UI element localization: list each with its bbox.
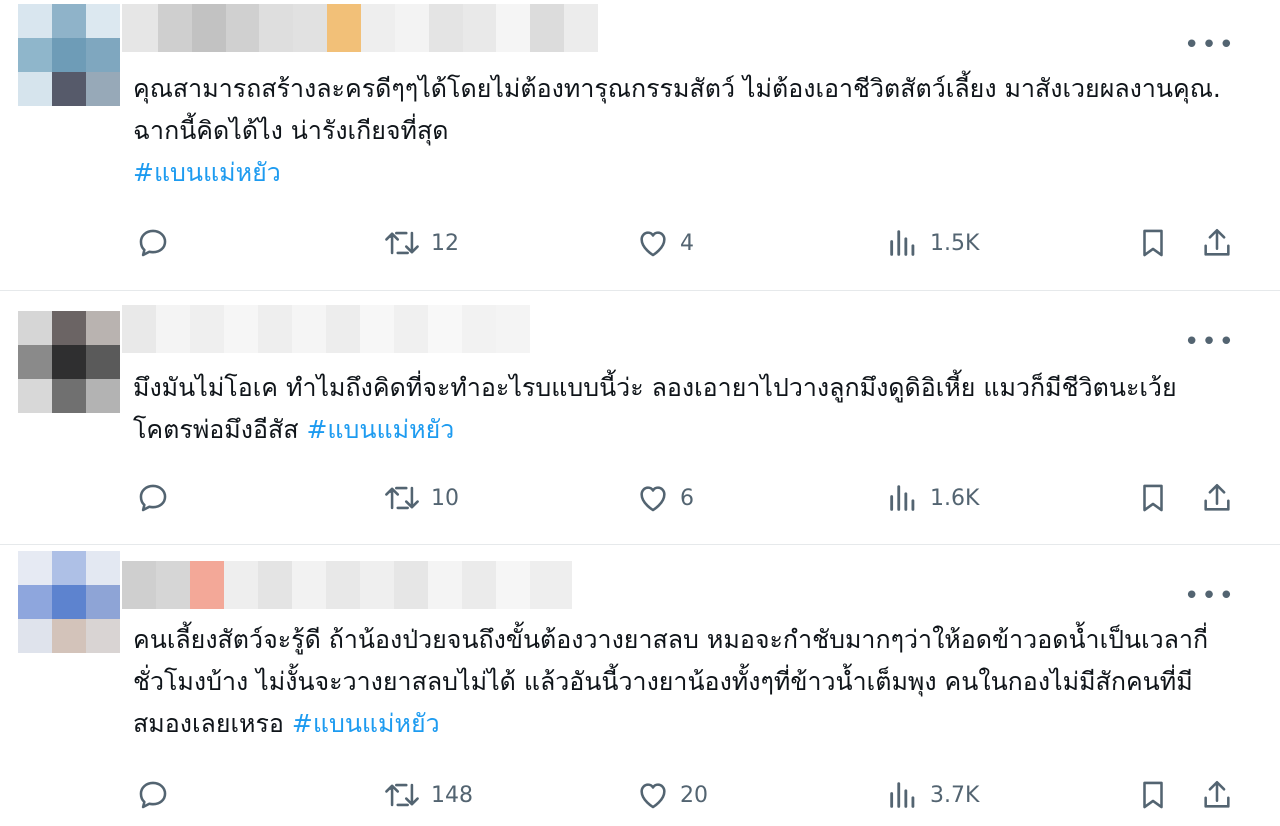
username[interactable] (122, 561, 572, 609)
hashtag-link[interactable]: #แบนแม่หยัว (292, 709, 440, 738)
bookmark-icon (1143, 484, 1163, 512)
more-options-icon[interactable]: ••• (1184, 583, 1236, 609)
retweet-icon (385, 231, 419, 255)
reply-icon (139, 229, 167, 257)
hashtag-link[interactable]: #แบนแม่หยัว (133, 158, 281, 187)
retweet-button[interactable]: 148 (383, 775, 473, 815)
views-button[interactable]: 1.5K (886, 223, 979, 263)
hashtag-link[interactable]: #แบนแม่หยัว (306, 415, 454, 444)
views-icon (890, 230, 915, 256)
tweet-text: มึงมันไม่โอเค ทำไมถึงคิดที่จะทำอะไรบแบบน… (133, 373, 1177, 444)
like-count: 20 (680, 782, 708, 808)
reply-icon (139, 781, 167, 809)
retweet-count: 12 (431, 230, 459, 256)
views-count: 3.7K (930, 782, 980, 808)
retweet-button[interactable]: 12 (383, 223, 459, 263)
bookmark-button[interactable] (1136, 478, 1170, 518)
reply-button[interactable] (136, 775, 170, 815)
avatar[interactable] (18, 551, 120, 653)
share-button[interactable] (1200, 478, 1234, 518)
like-button[interactable]: 20 (636, 775, 708, 815)
share-button[interactable] (1200, 223, 1234, 263)
like-icon (640, 231, 666, 257)
more-options-icon[interactable]: ••• (1184, 329, 1236, 355)
bookmark-icon (1143, 229, 1163, 257)
reply-button[interactable] (136, 223, 170, 263)
like-icon (640, 486, 666, 512)
more-options-icon[interactable]: ••• (1184, 32, 1236, 58)
tweet-text: คุณสามารถสร้างละครดีๆๆได้โดยไม่ต้องทารุณ… (133, 74, 1221, 187)
tweet-actions: 148 20 3.7K (0, 775, 1280, 815)
tweet[interactable]: ••• คุณสามารถสร้างละครดีๆๆได้โดยไม่ต้องท… (0, 0, 1280, 290)
tweet-text: คนเลี้ยงสัตว์จะรู้ดี ถ้าน้องป่วยจนถึงขั้… (133, 625, 1209, 738)
username[interactable] (122, 4, 598, 52)
bookmark-button[interactable] (1136, 775, 1170, 815)
share-icon (1204, 483, 1230, 511)
bookmark-icon (1143, 781, 1163, 809)
like-count: 4 (680, 230, 694, 256)
tweet-actions: 12 4 1.5K (0, 223, 1280, 263)
share-button[interactable] (1200, 775, 1234, 815)
like-icon (640, 783, 666, 809)
bookmark-button[interactable] (1136, 223, 1170, 263)
like-button[interactable]: 6 (636, 478, 694, 518)
avatar[interactable] (18, 311, 120, 413)
avatar[interactable] (18, 4, 120, 106)
views-button[interactable]: 3.7K (886, 775, 979, 815)
like-button[interactable]: 4 (636, 223, 694, 263)
reply-icon (139, 484, 167, 512)
views-icon (890, 782, 915, 808)
retweet-count: 148 (431, 782, 473, 808)
retweet-icon (385, 783, 419, 807)
views-button[interactable]: 1.6K (886, 478, 979, 518)
like-count: 6 (680, 485, 694, 511)
tweet[interactable]: ••• มึงมันไม่โอเค ทำไมถึงคิดที่จะทำอะไรบ… (0, 291, 1280, 544)
share-icon (1204, 228, 1230, 256)
tweet[interactable]: ••• คนเลี้ยงสัตว์จะรู้ดี ถ้าน้องป่วยจนถึ… (0, 545, 1280, 826)
tweet-actions: 10 6 1.6K (0, 478, 1280, 518)
views-count: 1.5K (930, 230, 980, 256)
retweet-count: 10 (431, 485, 459, 511)
username[interactable] (122, 305, 540, 353)
reply-button[interactable] (136, 478, 170, 518)
retweet-icon (385, 486, 419, 510)
retweet-button[interactable]: 10 (383, 478, 459, 518)
views-icon (890, 485, 915, 511)
views-count: 1.6K (930, 485, 980, 511)
share-icon (1204, 780, 1230, 808)
